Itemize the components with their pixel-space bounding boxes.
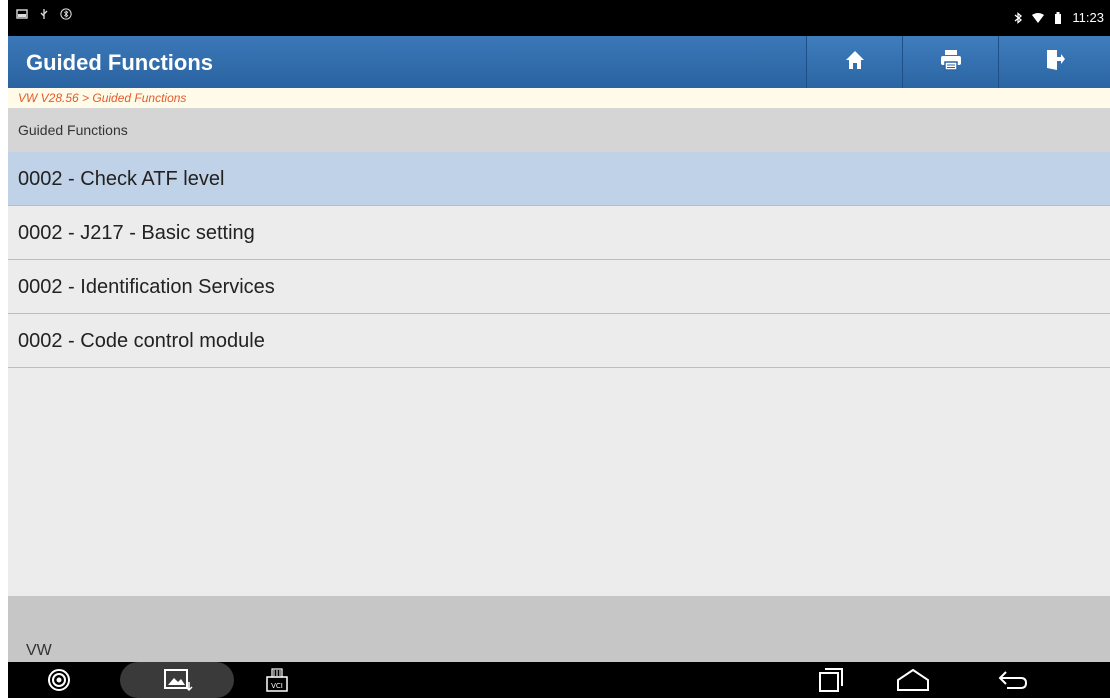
print-button[interactable] (902, 36, 998, 88)
back-icon[interactable] (988, 662, 1038, 698)
function-list: 0002 - Check ATF level 0002 - J217 - Bas… (8, 152, 1110, 596)
exit-icon (1044, 49, 1066, 76)
breadcrumb: VW V28.56 > Guided Functions (8, 88, 1110, 108)
vci-label: VCI (271, 682, 283, 690)
home-button[interactable] (806, 36, 902, 88)
breadcrumb-text: VW V28.56 > Guided Functions (18, 91, 187, 105)
list-item-code-control-module[interactable]: 0002 - Code control module (8, 314, 1110, 368)
bluetooth-icon (1012, 11, 1024, 24)
screenshot-icon (16, 8, 28, 20)
usb-icon (38, 8, 50, 20)
recent-apps-icon[interactable] (806, 662, 856, 698)
battery-icon (1052, 11, 1064, 24)
list-item-j217-basic-setting[interactable]: 0002 - J217 - Basic setting (8, 206, 1110, 260)
list-item-check-atf-level[interactable]: 0002 - Check ATF level (8, 152, 1110, 206)
page-title: Guided Functions (26, 50, 213, 75)
wifi-icon (1032, 12, 1045, 24)
list-item-identification-services[interactable]: 0002 - Identification Services (8, 260, 1110, 314)
vehicle-brand: VW (26, 642, 52, 659)
footer-bar: VW (8, 596, 1110, 662)
browser-icon[interactable] (34, 662, 84, 698)
home-nav-icon[interactable] (888, 662, 938, 698)
vci-icon[interactable]: VCI (252, 662, 302, 698)
status-time: 11:23 (1072, 10, 1104, 25)
home-icon (844, 49, 866, 76)
section-header: Guided Functions (8, 108, 1110, 152)
navigation-bar: VCI (8, 662, 1110, 698)
gallery-icon[interactable] (154, 662, 204, 698)
bluetooth-status-icon (60, 8, 72, 20)
exit-button[interactable] (998, 36, 1110, 88)
title-bar: Guided Functions (8, 36, 1110, 88)
printer-icon (939, 49, 963, 76)
status-bar: 11:23 (8, 0, 1110, 36)
